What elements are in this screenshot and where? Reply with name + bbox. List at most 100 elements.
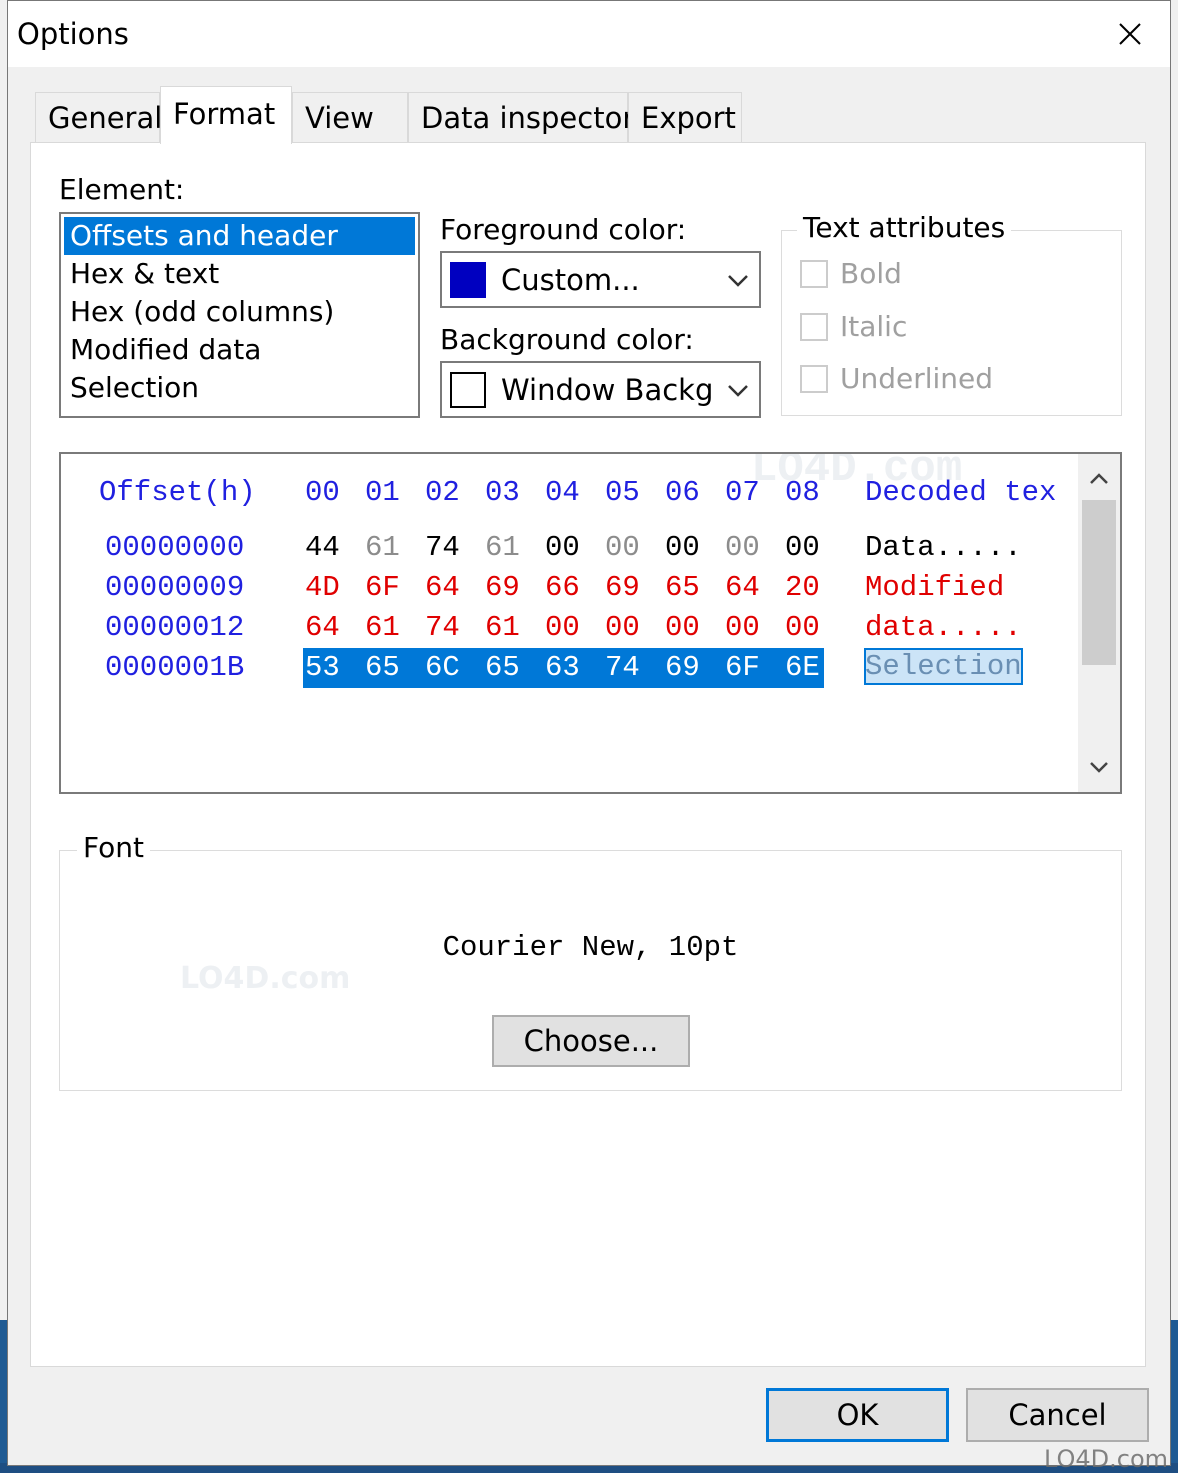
options-dialog: Options General Format View Data inspect… bbox=[7, 0, 1171, 1473]
tab-general[interactable]: General bbox=[35, 92, 163, 142]
underlined-checkbox[interactable]: Underlined bbox=[800, 362, 993, 395]
cancel-button[interactable]: Cancel bbox=[966, 1388, 1149, 1442]
preview-byte: 65 bbox=[665, 571, 700, 604]
watermark: LO4D.com bbox=[180, 961, 351, 996]
preview-decoded-text: data..... bbox=[865, 611, 1022, 644]
preview-byte: 00 bbox=[665, 611, 700, 644]
preview-byte: 61 bbox=[365, 531, 400, 564]
preview-column-header: 00 bbox=[305, 476, 340, 509]
background-color-value: Window Background bbox=[501, 373, 716, 407]
text-attributes-group: Bold Italic Underlined bbox=[781, 230, 1122, 416]
preview-column-header: 03 bbox=[485, 476, 520, 509]
preview-byte: 6E bbox=[785, 651, 820, 684]
tab-view[interactable]: View bbox=[292, 92, 408, 142]
preview-column-header: 05 bbox=[605, 476, 640, 509]
title-bar: Options bbox=[8, 1, 1170, 67]
choose-font-label: Choose... bbox=[523, 1024, 659, 1058]
font-group-title: Font bbox=[77, 831, 150, 864]
ok-button[interactable]: OK bbox=[766, 1388, 949, 1442]
background-window bbox=[1170, 0, 1178, 1473]
tab-data-inspector[interactable]: Data inspector bbox=[408, 92, 634, 142]
choose-font-button[interactable]: Choose... bbox=[492, 1015, 690, 1067]
tab-label: Data inspector bbox=[421, 101, 635, 135]
preview-byte: 00 bbox=[605, 531, 640, 564]
tab-label: Format bbox=[173, 97, 276, 131]
font-value: Courier New, 10pt bbox=[442, 931, 739, 964]
chevron-down-icon[interactable] bbox=[1088, 756, 1110, 778]
preview-byte: 74 bbox=[425, 531, 460, 564]
preview-offset: 00000012 bbox=[105, 611, 245, 644]
preview-column-header: 06 bbox=[665, 476, 700, 509]
background-color-label: Background color: bbox=[440, 323, 694, 356]
preview-byte: 64 bbox=[305, 611, 340, 644]
preview-byte: 00 bbox=[605, 611, 640, 644]
preview-byte: 20 bbox=[785, 571, 820, 604]
vertical-scrollbar[interactable] bbox=[1078, 454, 1120, 792]
tab-label: Export bbox=[641, 101, 736, 135]
preview-byte: 74 bbox=[425, 611, 460, 644]
underlined-label: Underlined bbox=[840, 362, 994, 395]
preview-byte: 00 bbox=[545, 531, 580, 564]
preview-byte: 6F bbox=[725, 651, 760, 684]
tab-format[interactable]: Format bbox=[160, 86, 292, 144]
preview-byte: 00 bbox=[665, 531, 700, 564]
preview-byte: 44 bbox=[305, 531, 340, 564]
chevron-down-icon bbox=[728, 385, 748, 397]
preview-byte: 6C bbox=[425, 651, 460, 684]
preview-byte: 6F bbox=[365, 571, 400, 604]
preview-byte: 65 bbox=[365, 651, 400, 684]
element-listbox[interactable]: Offsets and header Hex & text Hex (odd c… bbox=[59, 212, 420, 418]
format-tab-panel: Element: Offsets and header Hex & text H… bbox=[30, 142, 1146, 1367]
scrollbar-thumb[interactable] bbox=[1082, 500, 1116, 665]
background-swatch bbox=[450, 372, 486, 408]
bold-checkbox[interactable]: Bold bbox=[800, 257, 902, 290]
font-group: Courier New, 10pt Choose... LO4D.com bbox=[59, 850, 1122, 1091]
foreground-swatch bbox=[450, 262, 486, 298]
chevron-up-icon[interactable] bbox=[1088, 468, 1110, 490]
preview-byte: 00 bbox=[725, 611, 760, 644]
close-button[interactable] bbox=[1090, 1, 1170, 67]
checkbox-box bbox=[800, 364, 828, 393]
preview-byte: 00 bbox=[725, 531, 760, 564]
tab-label: General bbox=[48, 101, 163, 135]
checkbox-box bbox=[800, 259, 828, 288]
list-item[interactable]: Modified data bbox=[64, 331, 415, 369]
preview-byte: 61 bbox=[485, 611, 520, 644]
preview-byte: 64 bbox=[725, 571, 760, 604]
preview-decoded-text: Selection bbox=[864, 648, 1023, 685]
preview-byte: 00 bbox=[545, 611, 580, 644]
background-color-select[interactable]: Window Background bbox=[440, 361, 761, 418]
preview-byte: 74 bbox=[605, 651, 640, 684]
foreground-color-select[interactable]: Custom... bbox=[440, 251, 761, 308]
watermark: LO4D.com bbox=[1044, 1445, 1169, 1473]
ok-label: OK bbox=[836, 1398, 879, 1432]
preview-column-header: 02 bbox=[425, 476, 460, 509]
preview-column-header: 04 bbox=[545, 476, 580, 509]
tab-export[interactable]: Export bbox=[628, 92, 742, 142]
preview-offset: 00000000 bbox=[105, 531, 245, 564]
cancel-label: Cancel bbox=[1008, 1398, 1107, 1432]
preview-byte: 00 bbox=[785, 531, 820, 564]
preview-byte: 69 bbox=[485, 571, 520, 604]
italic-checkbox[interactable]: Italic bbox=[800, 310, 907, 343]
preview-offset: 00000009 bbox=[105, 571, 245, 604]
foreground-color-value: Custom... bbox=[501, 263, 640, 297]
list-item[interactable]: Selection bbox=[64, 369, 415, 407]
list-item[interactable]: Offsets and header bbox=[64, 217, 415, 255]
preview-offset: 0000001B bbox=[105, 651, 245, 684]
window-title: Options bbox=[17, 17, 129, 51]
preview-byte: 63 bbox=[545, 651, 580, 684]
foreground-color-label: Foreground color: bbox=[440, 213, 687, 246]
watermark: LO4D.com bbox=[751, 452, 963, 494]
preview-decoded-text: Data..... bbox=[865, 531, 1022, 564]
preview-byte: 66 bbox=[545, 571, 580, 604]
preview-decoded-text: Modified bbox=[865, 571, 1022, 604]
preview-column-header: 01 bbox=[365, 476, 400, 509]
list-item[interactable]: Hex & text bbox=[64, 255, 415, 293]
close-icon bbox=[1119, 23, 1141, 45]
list-item[interactable]: Hex (odd columns) bbox=[64, 293, 415, 331]
checkbox-box bbox=[800, 312, 828, 341]
preview-byte: 4D bbox=[305, 571, 340, 604]
preview-byte: 00 bbox=[785, 611, 820, 644]
preview-byte: 61 bbox=[485, 531, 520, 564]
